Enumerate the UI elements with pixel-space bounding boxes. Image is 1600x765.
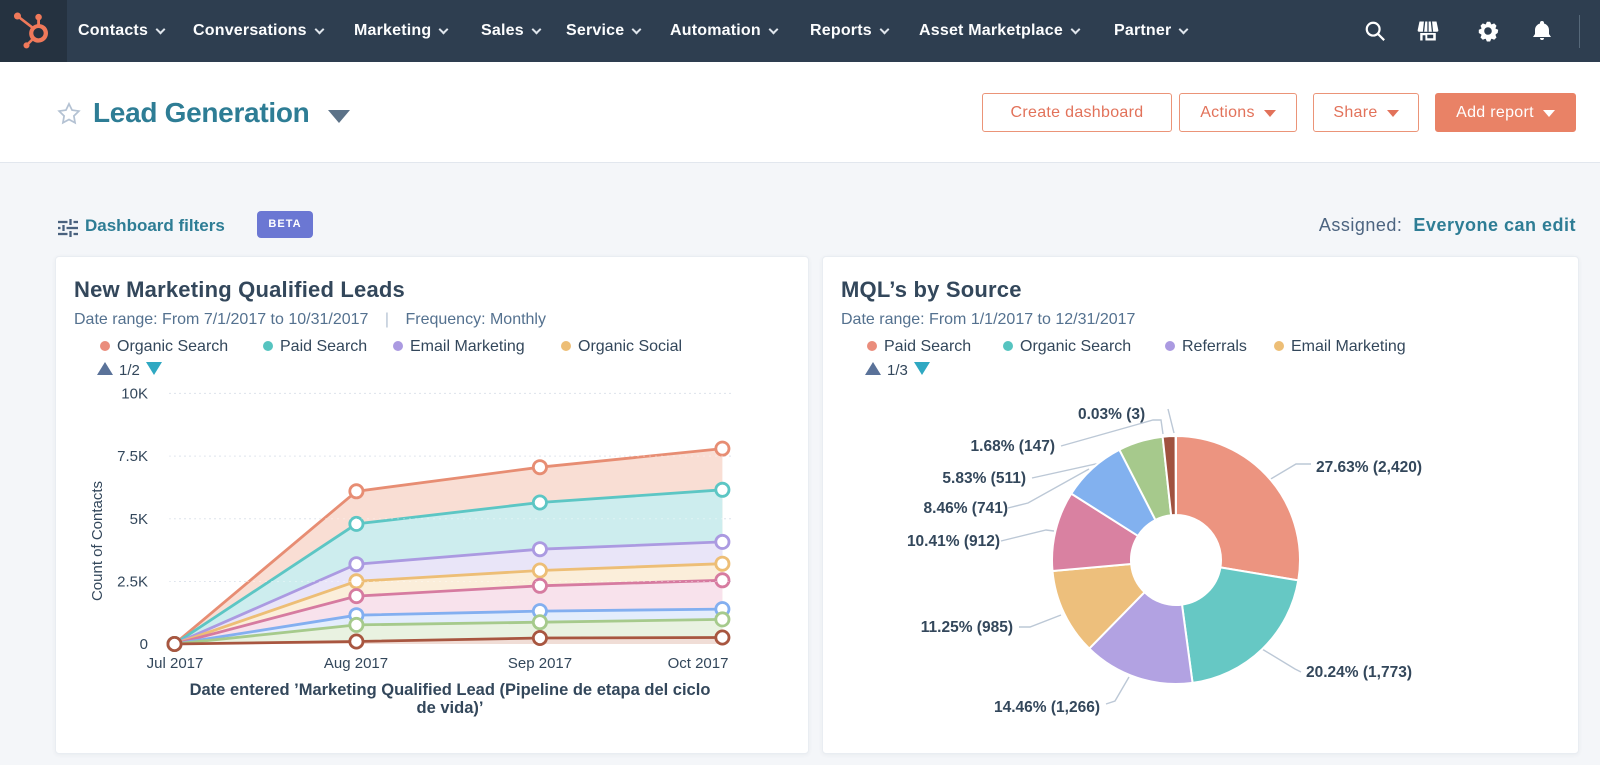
svg-text:0.03% (3): 0.03% (3) [1078, 406, 1145, 423]
svg-text:Aug 2017: Aug 2017 [324, 655, 388, 672]
svg-text:Count of Contacts: Count of Contacts [89, 481, 106, 601]
svg-text:20.24% (1,773): 20.24% (1,773) [1306, 664, 1412, 681]
svg-text:Date entered ’Marketing Qualif: Date entered ’Marketing Qualified Lead (… [190, 681, 711, 699]
svg-text:10K: 10K [121, 385, 148, 402]
svg-text:5K: 5K [130, 511, 148, 528]
svg-text:5.83% (511): 5.83% (511) [942, 470, 1026, 487]
svg-text:Jul 2017: Jul 2017 [147, 655, 204, 672]
svg-text:Oct 2017: Oct 2017 [668, 655, 729, 672]
svg-text:8.46% (741): 8.46% (741) [924, 500, 1008, 517]
svg-text:de vida)’: de vida)’ [417, 699, 484, 717]
svg-text:11.25% (985): 11.25% (985) [921, 619, 1013, 636]
svg-text:1.68% (147): 1.68% (147) [971, 438, 1055, 455]
svg-text:Sep 2017: Sep 2017 [508, 655, 572, 672]
svg-text:10.41% (912): 10.41% (912) [907, 533, 1000, 550]
svg-text:27.63% (2,420): 27.63% (2,420) [1316, 459, 1422, 476]
svg-text:14.46% (1,266): 14.46% (1,266) [994, 699, 1100, 716]
svg-text:0: 0 [140, 636, 148, 653]
svg-text:7.5K: 7.5K [117, 448, 148, 465]
svg-text:2.5K: 2.5K [117, 574, 148, 591]
